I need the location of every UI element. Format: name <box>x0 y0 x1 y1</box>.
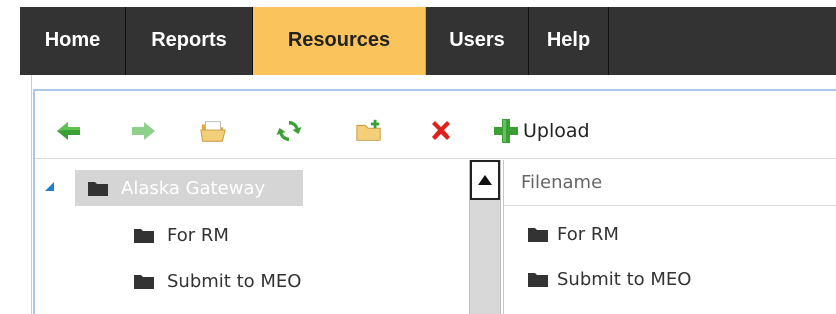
grid-row-filename: For RM <box>557 223 619 245</box>
back-button[interactable] <box>55 117 83 145</box>
scroll-up-button[interactable] <box>470 160 500 200</box>
tree-scrollbar[interactable] <box>469 160 501 314</box>
nav-tab-home[interactable]: Home <box>20 7 126 75</box>
main-nav: Home Reports Resources Users Help <box>20 7 836 75</box>
nav-tab-users[interactable]: Users <box>426 7 529 75</box>
folder-icon <box>134 275 154 289</box>
nav-tab-label: Home <box>44 28 101 51</box>
nav-tab-reports[interactable]: Reports <box>126 7 253 75</box>
refresh-icon <box>276 121 302 141</box>
grid-row[interactable]: For RM <box>527 219 619 249</box>
folder-icon <box>134 229 154 243</box>
forward-button[interactable] <box>129 117 157 145</box>
nav-tab-label: Help <box>546 28 591 51</box>
tree-item-for-rm[interactable]: For RM <box>133 220 229 250</box>
tree-item-label: Alaska Gateway <box>121 177 266 199</box>
tree-item-label: For RM <box>167 224 229 246</box>
tree-item-label: Submit to MEO <box>167 270 302 292</box>
new-folder-icon <box>356 119 381 141</box>
collapse-triangle-icon[interactable] <box>45 182 54 191</box>
tree-item-submit-to-meo[interactable]: Submit to MEO <box>133 266 301 296</box>
open-folder-icon <box>200 121 226 142</box>
nav-tab-help[interactable]: Help <box>529 7 609 75</box>
up-arrow-icon <box>478 175 492 185</box>
upload-label: Upload <box>523 120 590 142</box>
folder-icon <box>528 228 548 242</box>
delete-button[interactable] <box>427 117 455 145</box>
delete-icon <box>432 121 450 140</box>
folder-icon <box>528 273 548 287</box>
page-gutter <box>20 75 32 314</box>
nav-tab-label: Resources <box>287 28 391 51</box>
tree-item-alaska-gateway[interactable]: Alaska Gateway <box>75 170 303 206</box>
folder-icon <box>88 182 108 196</box>
new-folder-button[interactable] <box>355 117 383 145</box>
toolbar: Upload <box>35 91 836 159</box>
file-manager-panel: Upload Alaska Gateway For RM Submit to M… <box>33 89 836 314</box>
upload-button[interactable]: Upload <box>493 115 590 147</box>
file-grid: Filename For RM Submit to MEO <box>503 160 836 314</box>
back-arrow-icon <box>57 122 80 140</box>
grid-row[interactable]: Submit to MEO <box>527 264 691 294</box>
forward-arrow-icon <box>132 122 155 140</box>
folder-tree: Alaska Gateway For RM Submit to MEO <box>35 160 467 314</box>
grid-row-filename: Submit to MEO <box>557 268 692 290</box>
refresh-button[interactable] <box>275 117 303 145</box>
plus-icon <box>494 119 518 143</box>
nav-tab-label: Users <box>449 28 505 51</box>
nav-tab-resources[interactable]: Resources <box>253 7 426 75</box>
nav-tab-label: Reports <box>151 28 227 51</box>
column-header-label: Filename <box>521 172 603 193</box>
open-folder-button[interactable] <box>199 117 227 145</box>
filename-column-header[interactable]: Filename <box>504 160 836 206</box>
